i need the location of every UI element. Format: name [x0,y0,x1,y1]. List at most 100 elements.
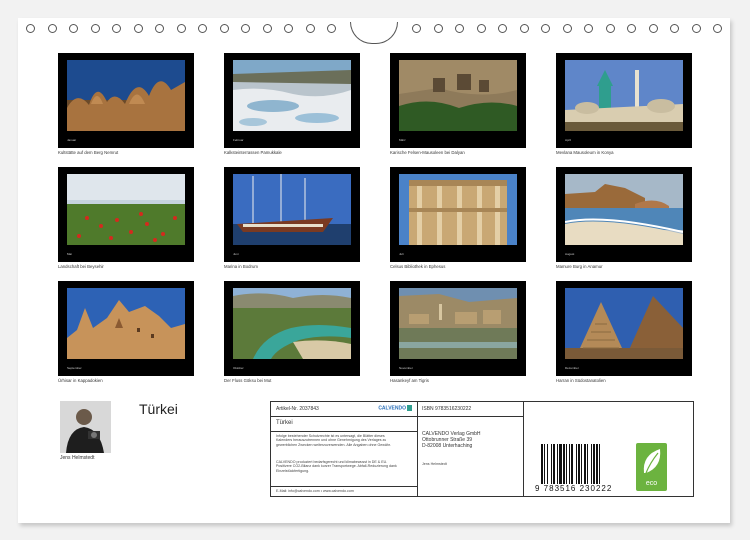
binding-ring-icon [262,24,272,33]
photo-hasankeyf [399,288,517,359]
photo-caption: Hasankeyf am Tigris [390,378,429,383]
photo-goksu [233,288,351,359]
binding-ring-icon [670,24,679,33]
eco-label: eco [645,480,658,487]
eco-badge: eco [636,443,667,491]
photo-kappadokien [67,288,185,359]
binding-ring-icon [26,24,35,33]
product-info-box: Artikel-Nr. 2037843 CALVENDO Türkei Info… [270,401,694,497]
photo-caption: Mevlana Mausoleum in Konya [556,150,614,155]
binding-ring-icon [476,24,486,33]
photo-beysehir [67,174,185,245]
month-label: Mai [67,252,72,256]
month-thumbnail: September Ürhisar in Kappadokien [58,281,194,383]
binding-ring-icon [713,24,722,33]
divider [271,431,417,432]
month-thumbnail: Mai Landschaft bei Beysehir [58,167,194,269]
binding-ring-icon [284,24,293,33]
divider [271,486,417,487]
info-column-middle: ISBN 9783516230222 CALVENDO Verlag GmbH … [417,402,524,496]
month-label: August [565,252,575,256]
photo-caption: Marina in Bodrum [224,264,258,269]
binding-ring-icon [176,24,186,33]
photo-konya [565,60,683,131]
binding-ring-icon [90,24,100,33]
month-label: März [399,138,406,142]
month-thumbnail: Juli Celsus Bibliothek in Ephesus [390,167,526,269]
divider [271,416,417,417]
isbn: ISBN 9783516230222 [422,406,472,412]
photo-caption: Celsus Bibliothek in Ephesus [390,264,446,269]
binding-ring-icon [648,24,658,33]
month-label: Juni [233,252,239,256]
binding-ring-icon [47,24,57,33]
rights-notice: Infolge bestehender Schutzrechte ist es … [276,434,391,447]
author-portrait [60,401,111,453]
binding-ring-icon [605,24,615,33]
binding-ring-icon [433,24,443,33]
article-number: Artikel-Nr. 2037843 [276,406,319,412]
barcode-number: 9 783516 230222 [535,484,613,493]
binding-ring-icon [584,24,593,33]
photo-caption: Der Fluss Göksu bei Mut [224,378,272,383]
calvendo-brand: CALVENDO [378,405,406,412]
month-label: Oktober [233,366,244,370]
photo-anamur [565,174,683,245]
contact-line: E-Mail: info@calvendo.com • www.calvendo… [276,489,354,493]
month-label: Juli [399,252,404,256]
binding-ring-icon [541,24,550,33]
product-title: Türkei [276,420,293,426]
binding-ring-icon [498,24,507,33]
spiral-binding [18,22,730,44]
month-label: April [565,138,572,142]
binding-ring-icon [455,24,464,33]
binding-ring-icon [219,24,229,33]
barcode-icon [541,444,617,484]
binding-ring-icon [155,24,164,33]
month-thumbnail: Februar Kalksteinterrassen Pamukkale [224,53,360,155]
info-column-right: 9 783516 230222 eco [523,402,695,496]
binding-ring-icon [412,24,421,33]
calvendo-mark-icon [407,405,412,411]
month-thumbnail: März Karische Felsen-Mausoleen bei Dalya… [390,53,526,155]
calendar-title: Türkei [139,401,178,417]
photo-caption: Kalksteinterrassen Pamukkale [224,150,282,155]
binding-ring-icon [562,24,572,33]
calendar-back-cover: Januar Kultstätte auf dem Berg Nemrut Fe… [18,18,730,523]
month-thumbnail: August Mamure Burg in Anamur [556,167,692,269]
binding-ring-icon [327,24,336,33]
month-thumbnail: Januar Kultstätte auf dem Berg Nemrut [58,53,194,155]
month-thumbnail: Juni Marina in Bodrum [224,167,360,269]
photo-dalyan [399,60,517,131]
photo-nemrut [67,60,185,131]
binding-ring-icon [198,24,207,33]
photo-caption: Mamure Burg in Anamur [556,264,603,269]
binding-ring-icon [112,24,121,33]
info-author: Jens Helmstedt [422,462,447,466]
binding-ring-icon [133,24,143,33]
binding-ring-icon [691,24,701,33]
month-label: November [399,366,413,370]
month-thumbnail: November Hasankeyf am Tigris [390,281,526,383]
binding-ring-icon [627,24,636,33]
photo-caption: Ürhisar in Kappadokien [58,378,103,383]
binding-ring-icon [519,24,529,33]
calvendo-logo: CALVENDO [374,405,412,415]
author-name: Jens Helmstedt [60,455,95,461]
photo-caption: Kultstätte auf dem Berg Nemrut [58,150,119,155]
eco-leaf-icon [643,449,661,474]
month-label: Januar [67,138,77,142]
binding-ring-icon [241,24,250,33]
month-thumbnail: Oktober Der Fluss Göksu bei Mut [224,281,360,383]
publisher-city: D-82008 Unterhaching [422,443,473,449]
month-label: Februar [233,138,244,142]
month-label: September [67,366,82,370]
month-thumbnail: Dezember Harran in Südostanatolien [556,281,692,383]
photo-pamukkale [233,60,351,131]
binding-ring-icon [69,24,78,33]
photo-caption: Karische Felsen-Mausoleen bei Dalyan [390,150,465,155]
info-column-left: Artikel-Nr. 2037843 CALVENDO Türkei Info… [271,402,418,496]
binding-ring-icon [305,24,315,33]
photo-harran [565,288,683,359]
month-thumbnail: April Mevlana Mausoleum in Konya [556,53,692,155]
